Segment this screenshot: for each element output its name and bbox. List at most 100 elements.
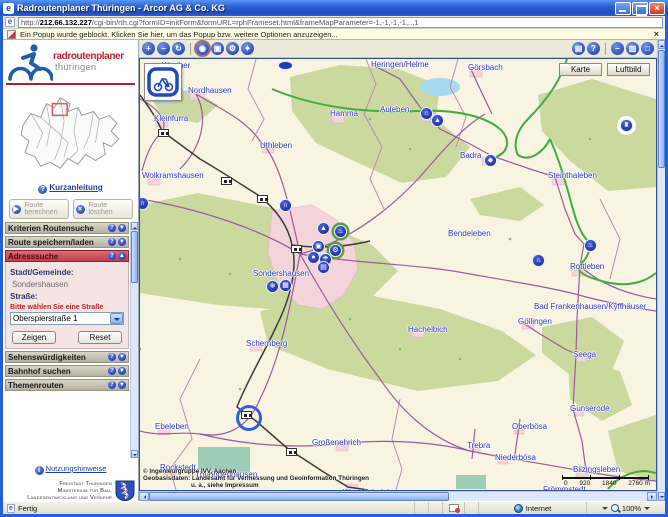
help-icon[interactable]: ? <box>108 224 116 232</box>
poi-marker[interactable]: ▦ <box>279 279 292 292</box>
section-label: Themenrouten <box>8 381 106 390</box>
split-view-icon[interactable]: ▥ <box>626 42 639 55</box>
map-town-label: Auleben <box>380 105 409 114</box>
radroutenplaner-map-logo[interactable] <box>144 63 182 101</box>
station-icon[interactable] <box>221 177 232 185</box>
hscrollbar-thumb[interactable] <box>149 492 449 501</box>
poi-marker[interactable]: ♜ <box>620 119 633 132</box>
map-image[interactable] <box>140 59 656 490</box>
poi-marker[interactable]: ♨ <box>334 225 347 238</box>
select-area-icon[interactable]: ▣ <box>211 42 224 55</box>
status-text: Fertig <box>18 504 37 513</box>
minimize-button[interactable] <box>615 2 631 15</box>
chevron-down-icon[interactable]: ▼ <box>118 224 126 232</box>
station-icon[interactable] <box>257 195 268 203</box>
zoom-in-icon[interactable]: + <box>142 42 155 55</box>
thuringia-overview-map[interactable] <box>17 88 125 178</box>
tools-icon[interactable]: ⚙ <box>226 42 239 55</box>
poi-marker[interactable]: ⌂ <box>532 254 545 267</box>
sidebar-scrollbar[interactable] <box>130 222 138 458</box>
kurzanleitung-link[interactable]: Kurzanleitung <box>49 183 102 192</box>
poi-marker[interactable]: ▲ <box>431 114 444 127</box>
url-host: 212.66.132.227 <box>40 18 92 27</box>
route-calculate-button[interactable]: ▶Route berechnen <box>9 199 69 219</box>
poi-marker[interactable]: ◆ <box>484 154 497 167</box>
city-value: Sondershausen <box>12 280 124 289</box>
help-icon[interactable]: ? <box>108 252 116 260</box>
scroll-left-icon[interactable] <box>139 492 149 501</box>
luftbild-button[interactable]: Luftbild <box>607 63 650 76</box>
zoom-out-icon[interactable]: − <box>157 42 170 55</box>
scroll-up-icon[interactable] <box>131 222 138 230</box>
map-view-switch: Karte Luftbild <box>559 63 650 76</box>
section-sehensw-rdigkeiten[interactable]: Sehenswürdigkeiten?▼ <box>5 351 129 363</box>
vertical-scrollbar[interactable] <box>657 40 665 501</box>
map-town-label: Bad Frankenhausen/Kyffhäuser <box>534 302 646 311</box>
help-icon[interactable]: ? <box>108 353 116 361</box>
popup-blocked-infobar[interactable]: Ein Popup wurde geblockt. Klicken Sie hi… <box>3 29 665 40</box>
section-bahnhof-suchen[interactable]: Bahnhof suchen?▼ <box>5 365 129 377</box>
route-delete-button[interactable]: ×Route löschen <box>73 199 133 219</box>
chevron-up-icon[interactable]: ▲ <box>118 252 126 260</box>
copyright-line: Geobasisdaten: Landesamt für Vermessung … <box>143 475 369 482</box>
vscrollbar-thumb[interactable] <box>658 50 665 168</box>
poi-marker[interactable]: ❄ <box>266 280 279 293</box>
station-icon[interactable] <box>158 129 169 137</box>
poi-marker[interactable]: ▲ <box>317 222 330 235</box>
chevron-down-icon[interactable]: ▼ <box>118 367 126 375</box>
collapse-map-icon[interactable]: – <box>611 42 624 55</box>
horizontal-scrollbar[interactable] <box>139 491 657 501</box>
station-icon[interactable] <box>291 245 302 253</box>
maximize-button[interactable] <box>632 2 648 15</box>
infobar-close-icon[interactable]: × <box>652 29 661 39</box>
ministry-line: Landesentwicklung und Verkehr <box>27 495 112 502</box>
scroll-up-icon[interactable] <box>658 40 665 49</box>
fullscreen-icon[interactable]: □ <box>641 42 654 55</box>
help-icon[interactable]: ? <box>108 367 116 375</box>
zoom-dropdown-icon[interactable] <box>644 507 650 513</box>
close-button[interactable]: × <box>649 2 665 15</box>
section-kriterien-routensuche[interactable]: Kriterien Routensuche?▼ <box>5 222 129 234</box>
chevron-down-icon[interactable]: ▼ <box>118 381 126 389</box>
nutzungshinweise-link[interactable]: Nutzungshinweise <box>46 464 107 473</box>
station-icon[interactable] <box>286 448 297 456</box>
section-route-speichern-laden[interactable]: Route speichern/laden?▼ <box>5 236 129 248</box>
chevron-down-icon[interactable] <box>110 313 123 324</box>
section-label: Route speichern/laden <box>8 238 106 247</box>
section-themenrouten[interactable]: Themenrouten?▼ <box>5 379 129 391</box>
route-button-label: Route berechnen <box>25 202 66 216</box>
title-bar[interactable]: e Radroutenplaner Thüringen - Arcor AG &… <box>0 0 668 16</box>
scrollbar-thumb[interactable] <box>131 231 138 283</box>
ministry-line: Ministerium für Bau, <box>27 488 112 495</box>
chevron-down-icon[interactable]: ▼ <box>118 353 126 361</box>
zoom-rect-icon[interactable]: ◉ <box>196 42 209 55</box>
help-icon[interactable]: ? <box>108 238 116 246</box>
print-icon[interactable]: ▤ <box>572 42 585 55</box>
page-icon: e <box>5 17 15 27</box>
station-icon[interactable] <box>241 411 252 419</box>
help-icon[interactable]: ? <box>108 381 116 389</box>
scroll-right-icon[interactable] <box>647 492 657 501</box>
chevron-down-icon[interactable]: ▼ <box>118 238 126 246</box>
section-adresssuche[interactable]: Adresssuche?▲ <box>5 250 129 262</box>
scroll-down-icon[interactable] <box>131 450 138 458</box>
popup-blocked-status-icon[interactable] <box>449 504 459 512</box>
url-input[interactable]: http://212.66.132.227/cgi-bin/rth.cgi?fo… <box>18 17 663 28</box>
show-button[interactable]: Zeigen <box>12 331 56 344</box>
popup-blocked-icon <box>7 30 16 39</box>
poi-marker[interactable]: ♨ <box>584 239 597 252</box>
poi-marker[interactable]: ∩ <box>279 199 292 212</box>
zone-dropdown-icon[interactable] <box>602 507 608 513</box>
pan-icon[interactable]: ✦ <box>241 42 254 55</box>
scalebar-tick: 2760 m <box>628 480 650 487</box>
reset-button[interactable]: Reset <box>78 331 122 344</box>
map-viewport[interactable]: WertherNordhausenUthlebenKleinfurraWolkr… <box>139 58 657 491</box>
poi-marker[interactable]: ▤ <box>317 261 330 274</box>
map-help-icon[interactable]: ? <box>587 42 600 55</box>
zoom-icon <box>611 504 619 512</box>
karte-button[interactable]: Karte <box>559 63 602 76</box>
scroll-down-icon[interactable] <box>658 492 665 501</box>
street-select[interactable]: Oberspierstraße 1 <box>10 312 124 325</box>
toolbar-separator <box>605 43 606 55</box>
refresh-icon[interactable]: ↻ <box>172 42 185 55</box>
